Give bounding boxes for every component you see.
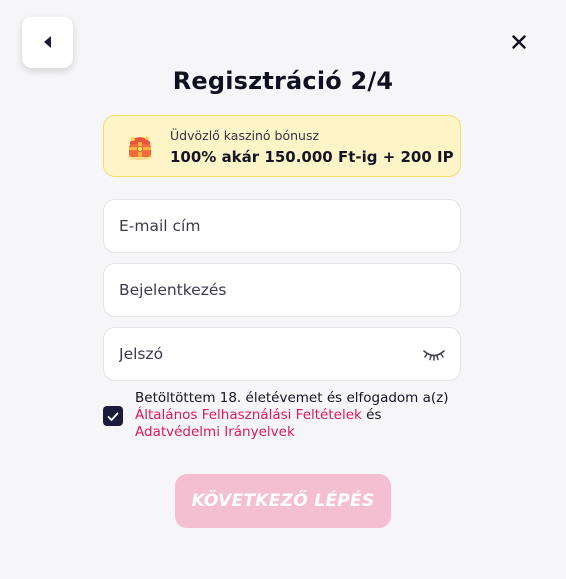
page-title: Regisztráció 2/4: [172, 67, 394, 95]
treasure-chest-icon: [125, 130, 155, 162]
consent-text: Betöltöttem 18. életévemet és elfogadom …: [135, 390, 465, 441]
eye-closed-icon[interactable]: [422, 347, 446, 363]
back-button[interactable]: [22, 17, 73, 68]
password-field-container: [103, 327, 461, 381]
chevron-left-icon: [43, 33, 53, 52]
bonus-subtitle: Üdvözlő kaszinó bónusz: [170, 128, 320, 143]
consent-connector: és: [366, 407, 382, 423]
terms-checkbox[interactable]: [103, 406, 123, 426]
terms-link[interactable]: Általános Felhasználási Feltételek: [135, 407, 362, 423]
login-field-container: [103, 263, 461, 317]
welcome-bonus-banner: Üdvözlő kaszinó bónusz 100% akár 150.000…: [103, 115, 461, 177]
consent-prefix: Betöltöttem 18. életévemet és elfogadom …: [135, 390, 449, 406]
next-step-button[interactable]: KÖVETKEZŐ LÉPÉS: [175, 474, 391, 528]
email-field[interactable]: [104, 200, 460, 252]
login-field[interactable]: [104, 264, 460, 316]
close-button[interactable]: [505, 29, 533, 57]
checkmark-icon: [107, 407, 119, 426]
email-field-container: [103, 199, 461, 253]
close-icon: [512, 34, 526, 53]
bonus-headline: 100% akár 150.000 Ft-ig + 200 IP: [170, 148, 454, 166]
privacy-link[interactable]: Adatvédelmi Irányelvek: [135, 424, 295, 440]
password-field[interactable]: [104, 328, 460, 380]
